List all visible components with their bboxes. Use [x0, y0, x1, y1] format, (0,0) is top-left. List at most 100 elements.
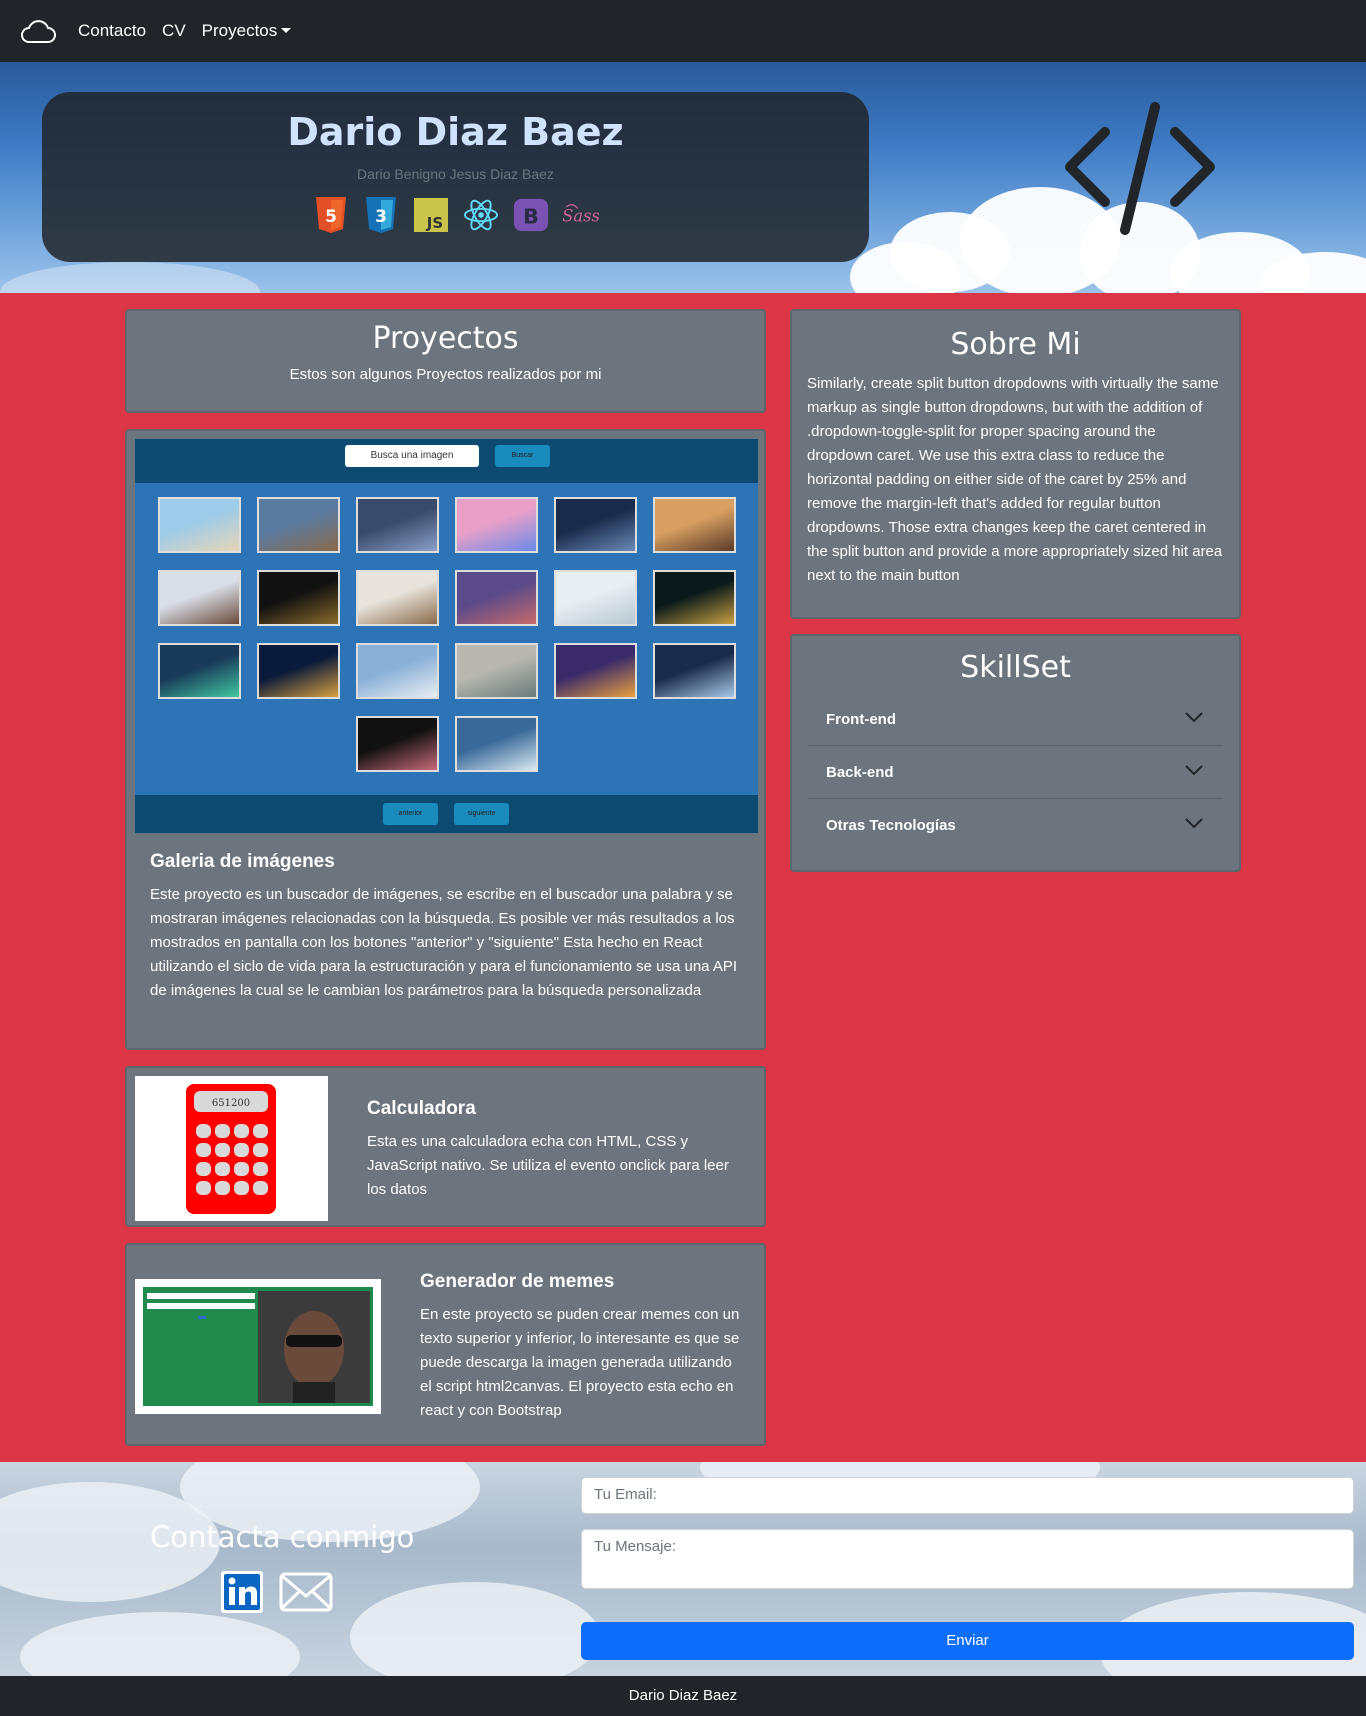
- nav-link-contacto[interactable]: Contacto: [78, 21, 146, 41]
- hero-card: Dario Diaz Baez Dario Benigno Jesus Diaz…: [42, 92, 869, 262]
- calculator-description: Esta es una calculadora echa con HTML, C…: [367, 1133, 729, 1198]
- screenshot-search-input: Busca una imagen: [345, 445, 479, 467]
- project-card-memes[interactable]: Generador de memes En este proyecto se p…: [125, 1243, 766, 1446]
- accordion-item-otras[interactable]: Otras Tecnologías: [808, 799, 1223, 852]
- email-field[interactable]: Tu Email:: [581, 1477, 1354, 1514]
- project-card-calculator[interactable]: 651200 Calculadora Esta es una calculado…: [125, 1066, 766, 1227]
- gallery-thumbnail: [356, 716, 439, 772]
- screenshot-topbar: Busca una imagen Buscar: [135, 439, 758, 483]
- gallery-thumbnail: [554, 643, 637, 699]
- gallery-thumbnail: [653, 570, 736, 626]
- skillset-title: SkillSet: [960, 650, 1071, 685]
- about-title: Sobre Mi: [950, 327, 1081, 362]
- memes-title: Generador de memes: [420, 1271, 615, 1292]
- gallery-thumbnail: [257, 643, 340, 699]
- gallery-thumbnail: [455, 570, 538, 626]
- gallery-thumbnail: [356, 570, 439, 626]
- projects-subtitle: Estos son algunos Proyectos realizados p…: [289, 366, 602, 383]
- gallery-thumbnail: [257, 497, 340, 553]
- hero-name: Dario Diaz Baez: [287, 110, 624, 154]
- calculator-key: [253, 1124, 268, 1138]
- calculator-key: [253, 1143, 268, 1157]
- gallery-thumbnail: [455, 716, 538, 772]
- skillset-card: SkillSet Front-end Back-end Otras Tecnol…: [790, 634, 1241, 872]
- gallery-screenshot: Busca una imagen Buscar anterior siguien…: [135, 439, 758, 833]
- contact-title: Contacta conmigo: [150, 1520, 415, 1554]
- gallery-thumbnail: [356, 497, 439, 553]
- accordion-item-frontend[interactable]: Front-end: [808, 693, 1223, 746]
- svg-text:B: B: [523, 205, 539, 229]
- gallery-thumbnail: [455, 497, 538, 553]
- send-button[interactable]: Enviar: [581, 1622, 1354, 1660]
- calculator-key: [253, 1162, 268, 1176]
- screenshot-next-button: siguiente: [454, 803, 509, 825]
- gallery-thumbnail: [257, 570, 340, 626]
- cloud-icon: [21, 20, 56, 43]
- screenshot-bottombar: anterior siguiente: [135, 795, 758, 833]
- calculator-key: [196, 1143, 211, 1157]
- hero-banner: Dario Diaz Baez Dario Benigno Jesus Diaz…: [0, 62, 1366, 293]
- react-icon: [463, 196, 499, 234]
- linkedin-link[interactable]: [220, 1570, 264, 1619]
- linkedin-icon: [221, 1571, 263, 1613]
- accordion-item-backend[interactable]: Back-end: [808, 746, 1223, 799]
- sass-icon: Sass: [563, 196, 599, 234]
- email-placeholder: Tu Email:: [594, 1486, 657, 1503]
- message-placeholder: Tu Mensaje:: [594, 1538, 676, 1555]
- projects-header-card: Proyectos Estos son algunos Proyectos re…: [125, 309, 766, 413]
- hero-full-name: Dario Benigno Jesus Diaz Baez: [357, 166, 554, 182]
- calculator-key: [215, 1162, 230, 1176]
- nav-dropdown-label: Proyectos: [201, 21, 278, 40]
- svg-text:JS: JS: [425, 214, 442, 232]
- gallery-thumbnail: [554, 497, 637, 553]
- calculator-title: Calculadora: [367, 1098, 476, 1119]
- javascript-icon: JS: [413, 196, 449, 234]
- about-card: Sobre Mi Similarly, create split button …: [790, 309, 1241, 619]
- calculator-display: 651200: [212, 1098, 250, 1109]
- calculator-key: [196, 1162, 211, 1176]
- calculator-key: [215, 1124, 230, 1138]
- calculator-key: [253, 1181, 268, 1195]
- svg-text:5: 5: [325, 207, 337, 227]
- gallery-thumbnail: [158, 643, 241, 699]
- nav-dropdown-proyectos[interactable]: Proyectos: [202, 21, 292, 41]
- skillset-accordion: Front-end Back-end Otras Tecnologías: [792, 693, 1239, 852]
- brand-link[interactable]: [18, 11, 58, 51]
- gallery-thumbnail: [653, 497, 736, 553]
- navbar: Contacto CV Proyectos: [0, 0, 1366, 62]
- tech-icons: 5 3 JS B Sass: [42, 196, 869, 234]
- calculator-key: [234, 1181, 249, 1195]
- projects-title: Proyectos: [372, 321, 519, 356]
- envelope-icon: [279, 1572, 333, 1612]
- memes-description: En este proyecto se puden crear memes co…: [420, 1306, 740, 1419]
- gallery-thumbnail: [554, 570, 637, 626]
- gallery-thumbnail: [158, 497, 241, 553]
- calculator-key: [234, 1124, 249, 1138]
- calculator-key: [196, 1181, 211, 1195]
- gallery-thumbnail: [356, 643, 439, 699]
- gallery-thumbnail: [653, 643, 736, 699]
- footer-text: Dario Diaz Baez: [628, 1687, 738, 1704]
- about-text: Similarly, create split button dropdowns…: [807, 375, 1223, 584]
- email-link[interactable]: [278, 1570, 334, 1619]
- chevron-down-icon: [1185, 818, 1203, 829]
- gallery-thumbnail: [158, 570, 241, 626]
- project-card-gallery[interactable]: Busca una imagen Buscar anterior siguien…: [125, 429, 766, 1050]
- screenshot-prev-button: anterior: [383, 803, 438, 825]
- contact-section: Contacta conmigo Tu Email: Tu Mensaje: E…: [0, 1462, 1366, 1676]
- nav-link-cv[interactable]: CV: [162, 21, 186, 41]
- calculator-key: [215, 1181, 230, 1195]
- html5-icon: 5: [313, 196, 349, 234]
- message-field[interactable]: Tu Mensaje:: [581, 1529, 1354, 1589]
- gallery-title: Galeria de imágenes: [150, 851, 335, 872]
- svg-text:3: 3: [375, 207, 387, 227]
- calculator-screenshot: 651200: [135, 1076, 328, 1221]
- accordion-item-label: Front-end: [826, 710, 896, 728]
- footer: Dario Diaz Baez: [0, 1676, 1366, 1716]
- calculator-key: [215, 1143, 230, 1157]
- caret-down-icon: [281, 28, 292, 33]
- chevron-down-icon: [1185, 765, 1203, 776]
- calculator-key: [196, 1124, 211, 1138]
- memes-screenshot: [135, 1279, 381, 1414]
- code-slash-icon: [1065, 102, 1215, 235]
